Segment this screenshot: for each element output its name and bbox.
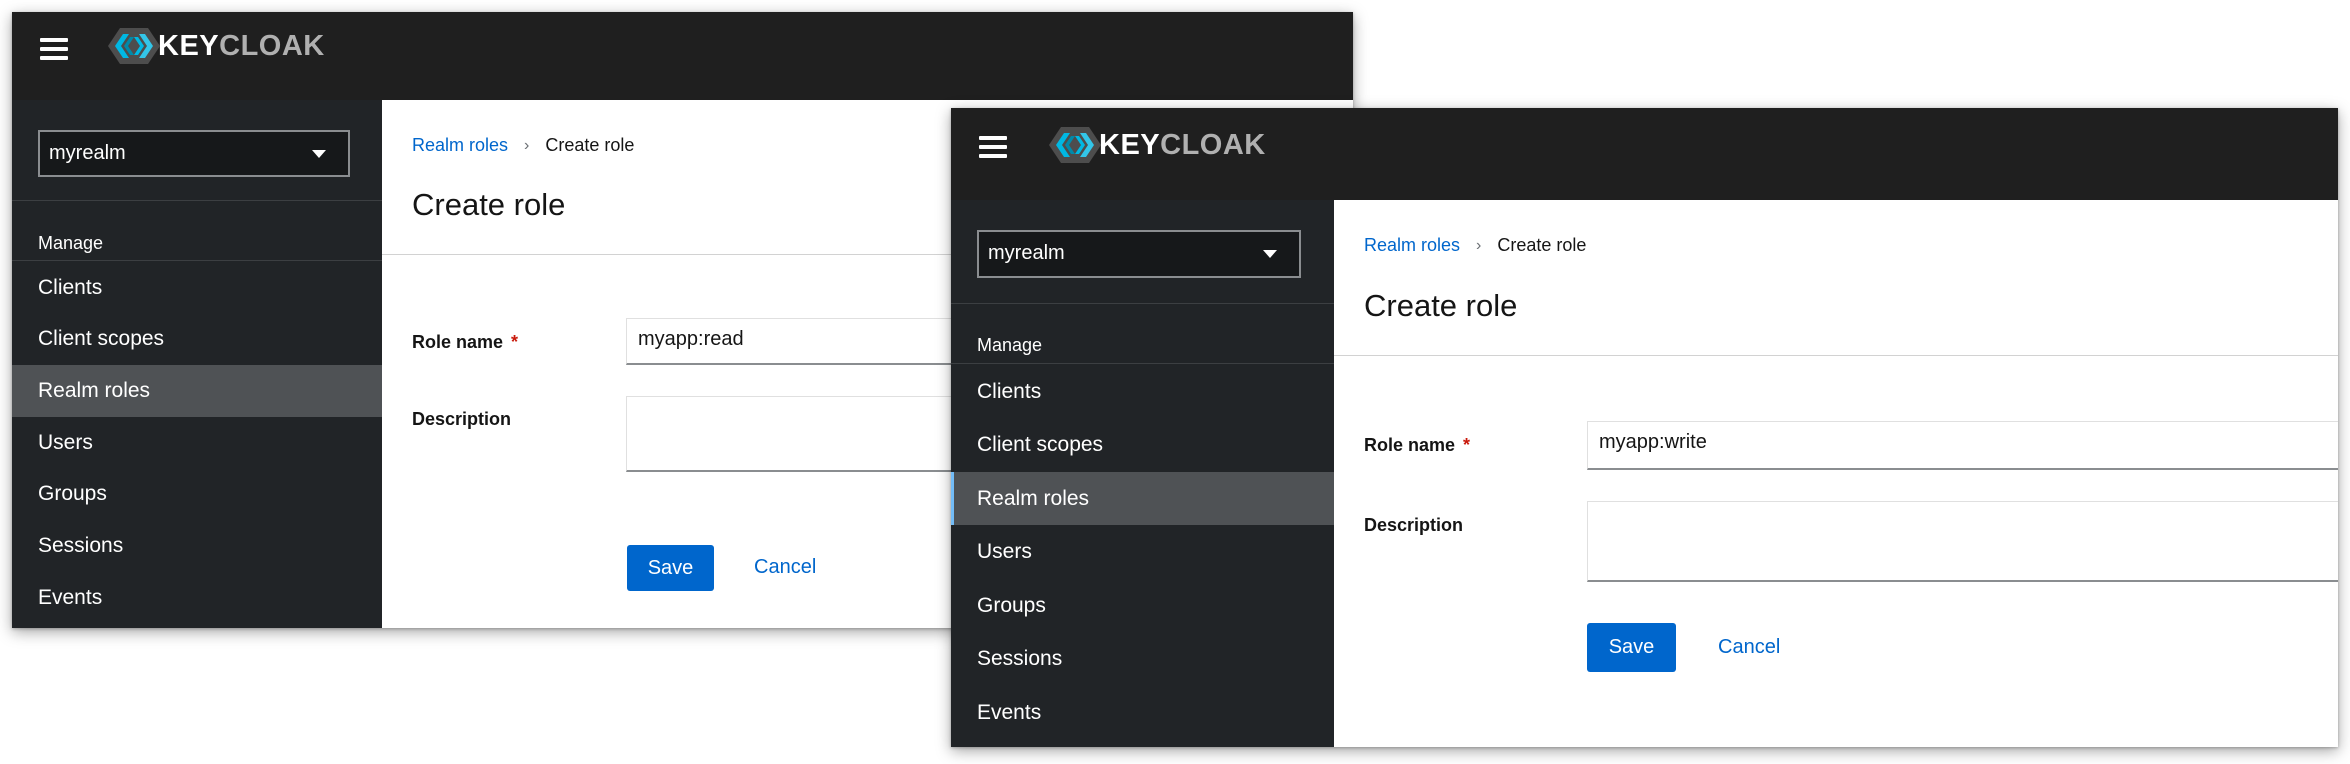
logo-wordmark: KEYCLOAK [1099,128,1266,161]
breadcrumb-link-realm-roles[interactable]: Realm roles [1364,235,1460,256]
main-content: Realm roles › Create role Create role Ro… [1334,200,2338,747]
hamburger-menu-icon[interactable] [979,136,1007,158]
keycloak-logo[interactable]: KEYCLOAK [106,26,325,66]
masthead: KEYCLOAK [951,108,2338,200]
sidebar-item-events[interactable]: Events [12,572,382,623]
description-label: Description [1364,515,1464,535]
keycloak-logo[interactable]: KEYCLOAK [1047,125,1266,165]
hamburger-menu-icon[interactable] [40,38,68,60]
sidebar-item-users[interactable]: Users [951,525,1334,579]
sidebar-item-users[interactable]: Users [12,417,382,468]
page-title: Create role [412,187,566,222]
masthead: KEYCLOAK [12,12,1353,100]
realm-selector-value: myrealm [988,242,1065,264]
sidebar-item-client-scopes[interactable]: Client scopes [12,313,382,365]
keycloak-logo-icon [1049,127,1101,163]
sidebar-item-sessions[interactable]: Sessions [12,520,382,572]
realm-selector-value: myrealm [49,142,126,164]
chevron-right-icon: › [524,136,530,154]
cancel-button[interactable]: Cancel [1718,636,1780,659]
role-name-label: Role name * [1364,435,1471,455]
sidebar-item-clients[interactable]: Clients [951,365,1334,418]
keycloak-window-front: KEYCLOAK myrealm Manage Clients Client s… [951,108,2338,747]
caret-down-icon [1263,250,1277,258]
sidebar-item-groups[interactable]: Groups [12,468,382,520]
save-button[interactable]: Save [627,545,714,591]
sidebar-item-events[interactable]: Events [951,686,1334,739]
cancel-button[interactable]: Cancel [754,556,816,579]
breadcrumb: Realm roles › Create role [1364,235,1586,256]
chevron-right-icon: › [1476,236,1482,254]
save-button[interactable]: Save [1587,623,1676,672]
breadcrumb-current: Create role [545,135,635,155]
role-name-input[interactable]: myapp:write [1587,421,2338,470]
required-indicator: * [511,332,519,352]
realm-selector[interactable]: myrealm [977,230,1301,278]
breadcrumb-current: Create role [1497,235,1587,255]
sidebar-item-realm-roles[interactable]: Realm roles [12,365,382,417]
sidebar-item-realm-roles[interactable]: Realm roles [951,472,1334,525]
breadcrumb: Realm roles › Create role [412,135,634,156]
page-title: Create role [1364,288,1518,323]
breadcrumb-link-realm-roles[interactable]: Realm roles [412,135,508,156]
sidebar-item-sessions[interactable]: Sessions [951,632,1334,686]
description-label: Description [412,409,512,429]
sidebar: myrealm Manage Clients Client scopes Rea… [12,100,382,628]
sidebar-divider [12,200,382,201]
sidebar-item-client-scopes[interactable]: Client scopes [951,418,1334,472]
sidebar-item-clients[interactable]: Clients [12,262,382,313]
logo-wordmark: KEYCLOAK [158,29,325,62]
caret-down-icon [312,150,326,158]
description-textarea[interactable] [1587,501,2338,582]
keycloak-logo-icon [108,28,160,64]
required-indicator: * [1463,435,1471,455]
sidebar-divider [12,260,382,261]
header-divider [1334,355,2338,356]
role-name-label: Role name * [412,332,519,352]
realm-selector[interactable]: myrealm [38,130,350,177]
nav-section-manage: Manage [38,233,104,253]
sidebar: myrealm Manage Clients Client scopes Rea… [951,200,1334,747]
nav-section-manage: Manage [977,335,1043,355]
sidebar-divider [951,363,1334,364]
sidebar-divider [951,303,1334,304]
sidebar-item-groups[interactable]: Groups [951,579,1334,632]
